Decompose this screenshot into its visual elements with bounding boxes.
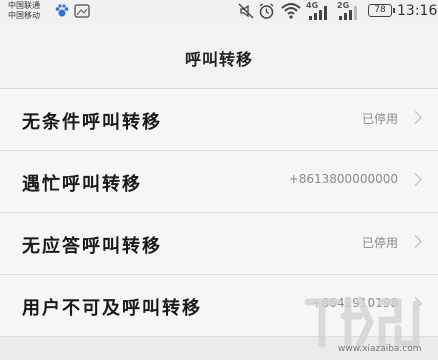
chevron-right-icon [409,173,422,186]
row-no-answer-forwarding[interactable]: 无应答呼叫转移 已停用 [0,213,438,275]
page-title: 呼叫转移 [184,50,253,69]
signal-1-icon [309,5,329,24]
row-label: 无应答呼叫转移 [22,236,162,257]
wifi-icon [281,2,301,23]
status-time: 13:16 [397,3,438,19]
carrier-2: 中国移动 [8,11,40,20]
row-label: 遇忙呼叫转移 [22,174,142,195]
chevron-right-icon [409,235,422,248]
row-value: 已停用 [361,236,398,250]
row-value: +8613800000000 [288,172,398,186]
carrier-1: 中国联通 [8,1,40,10]
row-label: 用户不可及呼叫转移 [22,298,202,319]
header: 呼叫转移 [0,24,438,89]
status-bar: 中国联通 中国移动 4G 2G 78 13:16 [0,0,438,24]
gallery-icon [74,3,90,23]
row-busy-forwarding[interactable]: 遇忙呼叫转移 +8613800000000 [0,151,438,213]
paw-icon [54,3,70,23]
alarm-icon [258,3,275,24]
watermark-url: www.xiazaiba.com [338,344,422,354]
chevron-right-icon [409,111,422,124]
battery-icon: 78 [368,4,395,17]
carrier-info: 中国联通 中国移动 [8,1,40,21]
row-unconditional-forwarding[interactable]: 无条件呼叫转移 已停用 [0,89,438,151]
row-value: 已停用 [361,112,398,126]
battery-level: 78 [374,5,386,15]
signal-2-icon [339,5,359,24]
row-label: 无条件呼叫转移 [22,112,162,133]
mute-icon [238,3,254,23]
